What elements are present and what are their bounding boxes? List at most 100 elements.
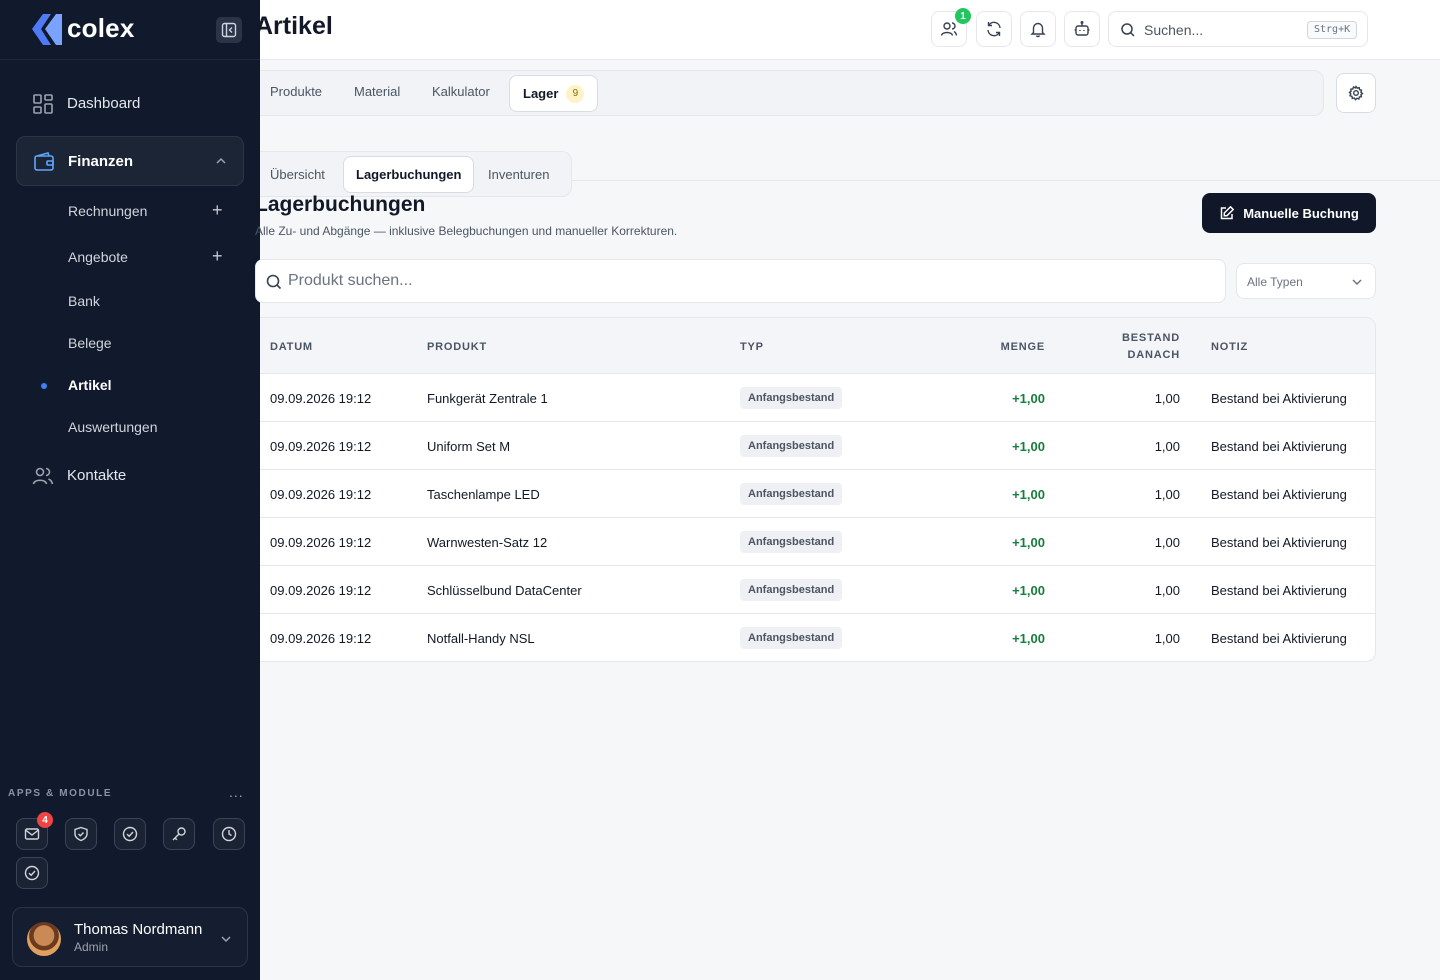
app-approvals-button[interactable] [16, 857, 48, 889]
cell-produkt: Taschenlampe LED [427, 487, 540, 502]
global-search-placeholder: Suchen... [1144, 22, 1204, 38]
cell-notiz: Bestand bei Aktivierung [1211, 487, 1347, 502]
sidebar-item-label: Artikel [68, 377, 112, 393]
user-menu[interactable]: Thomas Nordmann Admin [12, 907, 248, 967]
team-button[interactable]: 1 [931, 8, 971, 47]
tab-lagerbuchungen[interactable]: Lagerbuchungen [343, 156, 475, 193]
product-search-field [255, 259, 1226, 303]
avatar [27, 922, 61, 956]
cell-bestand: 1,00 [1154, 487, 1180, 502]
type-filter-value: Alle Typen [1247, 275, 1303, 289]
cell-produkt: Funkgerät Zentrale 1 [427, 391, 548, 406]
type-badge: Anfangsbestand [740, 435, 843, 457]
shield-check-icon [74, 826, 88, 842]
cell-menge: +1,00 [1012, 535, 1045, 550]
apps-more-button[interactable]: ... [229, 784, 244, 800]
nav-dashboard[interactable]: Dashboard [16, 84, 244, 124]
app-mail-button[interactable]: 4 [16, 812, 53, 850]
cell-notiz: Bestand bei Aktivierung [1211, 631, 1347, 646]
cell-menge: +1,00 [1012, 439, 1045, 454]
user-name: Thomas Nordmann [74, 921, 203, 938]
tab-material[interactable]: Material [354, 84, 400, 99]
wallet-icon [34, 152, 54, 171]
nav-kontakte[interactable]: Kontakte [16, 456, 244, 496]
sidebar-item-label: Belege [68, 335, 112, 351]
column-header-bestand: BESTAND [1122, 332, 1180, 344]
notifications-button[interactable] [1020, 11, 1056, 47]
cell-datum: 09.09.2026 19:12 [270, 487, 372, 502]
search-shortcut-hint: Strg+K [1307, 21, 1358, 39]
cell-notiz: Bestand bei Aktivierung [1211, 439, 1347, 454]
check-circle-icon [122, 826, 138, 842]
user-role: Admin [74, 940, 109, 954]
sidebar-item-bank[interactable]: Bank [16, 284, 244, 318]
type-badge: Anfangsbestand [740, 579, 843, 601]
app-time-button[interactable] [213, 818, 245, 850]
nav-finanzen-label: Finanzen [68, 153, 134, 170]
cell-notiz: Bestand bei Aktivierung [1211, 535, 1347, 550]
assistant-button[interactable] [1064, 11, 1100, 47]
global-search-input[interactable]: Suchen... Strg+K [1108, 11, 1368, 47]
add-angebot-icon[interactable]: + [212, 247, 223, 265]
manual-booking-button[interactable]: Manuelle Buchung [1202, 193, 1376, 233]
cell-datum: 09.09.2026 19:12 [270, 391, 372, 406]
search-icon [1121, 23, 1135, 37]
tab-lager[interactable]: Lager 9 [509, 75, 599, 112]
sidebar-item-belege[interactable]: Belege [16, 326, 244, 360]
column-header-danach: DANACH [1127, 349, 1180, 361]
chevron-down-icon [1352, 279, 1362, 286]
settings-button[interactable] [1336, 73, 1376, 113]
table-row[interactable]: 09.09.2026 19:12 Warnwesten-Satz 12 Anfang… [260, 518, 1375, 566]
edit-icon [1220, 205, 1235, 220]
cell-produkt: Warnwesten-Satz 12 [427, 535, 548, 550]
page-title: Artikel [255, 12, 333, 40]
table-row[interactable]: 09.09.2026 19:12 Funkgerät Zentrale 1 Anfa… [260, 374, 1375, 422]
cell-produkt: Uniform Set M [427, 439, 511, 454]
sidebar-item-auswertungen[interactable]: Auswertungen [16, 410, 244, 444]
bell-icon [1030, 22, 1046, 38]
users-icon [32, 467, 54, 485]
sidebar-item-label: Angebote [68, 249, 128, 265]
dashboard-icon [33, 94, 53, 114]
app-keys-button[interactable] [163, 818, 195, 850]
online-users-badge: 1 [955, 8, 971, 24]
app-tasks-button[interactable] [114, 818, 146, 850]
collapse-sidebar-button[interactable] [216, 17, 242, 43]
chevron-down-icon [221, 936, 231, 943]
type-badge: Anfangsbestand [740, 627, 843, 649]
table-row[interactable]: 09.09.2026 19:12 Notfall-Handy NSL Anfangs… [260, 614, 1375, 661]
cell-datum: 09.09.2026 19:12 [270, 535, 372, 550]
tab-kalkulator[interactable]: Kalkulator [432, 84, 490, 99]
module-tabs: Produkte Material Kalkulator Lager 9 [260, 70, 1324, 116]
sidebar-collapse-icon [221, 22, 237, 38]
chevron-up-icon [216, 157, 226, 164]
sidebar-item-label: Rechnungen [68, 203, 148, 219]
users-icon [940, 22, 958, 36]
product-search-input[interactable] [288, 270, 1188, 292]
active-indicator-dot [41, 383, 47, 389]
type-badge: Anfangsbestand [740, 387, 843, 409]
table-row[interactable]: 09.09.2026 19:12 Taschenlampe LED Anfangsb… [260, 470, 1375, 518]
table-row[interactable]: 09.09.2026 19:12 Schlüsselbund DataCenter… [260, 566, 1375, 614]
table-row[interactable]: 09.09.2026 19:12 Uniform Set M Anfangsbest… [260, 422, 1375, 470]
column-header-produkt: PRODUKT [427, 341, 487, 353]
add-rechnung-icon[interactable]: + [212, 201, 223, 219]
sidebar-item-rechnungen[interactable]: Rechnungen + [16, 194, 244, 228]
tab-inventuren[interactable]: Inventuren [488, 167, 549, 182]
sidebar-item-artikel[interactable]: Artikel [16, 368, 244, 402]
cell-produkt: Notfall-Handy NSL [427, 631, 535, 646]
cell-bestand: 1,00 [1154, 439, 1180, 454]
mail-badge: 4 [37, 812, 53, 828]
refresh-button[interactable] [976, 11, 1012, 47]
tab-produkte[interactable]: Produkte [270, 84, 322, 99]
app-security-button[interactable] [65, 818, 97, 850]
apps-section-title: APPS & MODULE [8, 788, 113, 799]
cell-produkt: Schlüsselbund DataCenter [427, 583, 582, 598]
nav-finanzen[interactable]: Finanzen [16, 136, 244, 186]
sidebar-item-angebote[interactable]: Angebote + [16, 240, 244, 274]
gear-icon [1348, 85, 1364, 101]
type-filter-select[interactable]: Alle Typen [1236, 263, 1376, 299]
lager-sub-tabs: Übersicht Lagerbuchungen Inventuren [260, 151, 572, 197]
check-circle-icon [24, 865, 40, 881]
tab-uebersicht[interactable]: Übersicht [270, 167, 325, 182]
